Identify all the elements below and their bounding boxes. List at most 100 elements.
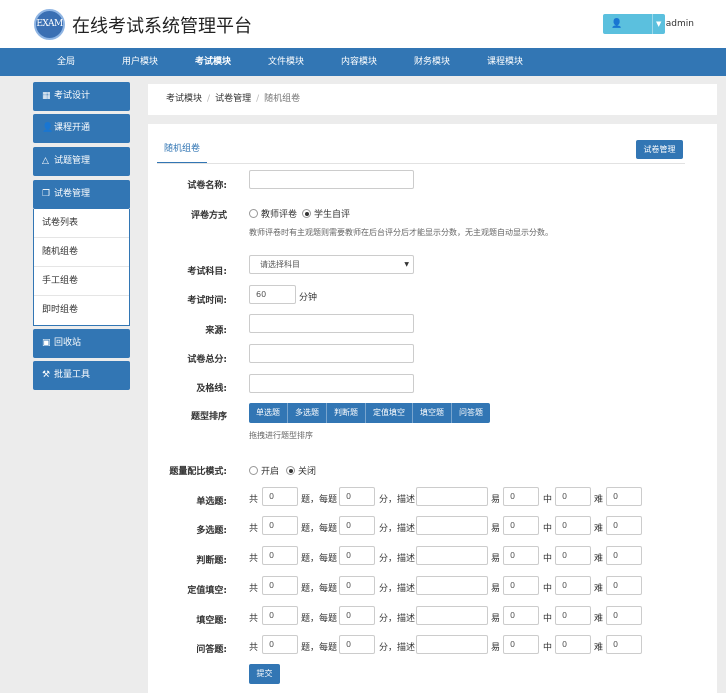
medium-count-input[interactable]: 0 [555, 516, 591, 535]
sidebar-batch-tools[interactable]: ⚒ 批量工具 [33, 361, 130, 390]
easy-count-input[interactable]: 0 [503, 606, 539, 625]
sidebar-label: 批量工具 [54, 370, 91, 380]
sidebar-label: 试题管理 [54, 156, 91, 166]
total-score-input[interactable] [249, 344, 414, 363]
medium-count-input[interactable]: 0 [555, 576, 591, 595]
submenu-instant-paper[interactable]: 即时组卷 [34, 296, 129, 325]
score-per-question-input[interactable]: 0 [339, 606, 375, 625]
sidebar-recycle-bin[interactable]: ▣ 回收站 [33, 329, 130, 358]
sidebar-question-manage[interactable]: △ 试题管理 [33, 147, 130, 176]
sidebar-course-open[interactable]: 👤课程开通 [33, 114, 130, 143]
row-text-description: 分，描述 [379, 495, 416, 505]
score-per-question-input[interactable]: 0 [339, 635, 375, 654]
score-per-question-input[interactable]: 0 [339, 487, 375, 506]
paper-manage-button[interactable]: 试卷管理 [636, 140, 683, 159]
nav-course-module[interactable]: 课程模块 [487, 48, 523, 76]
submit-button[interactable]: 提交 [249, 664, 280, 684]
copy-icon: ❐ [42, 189, 51, 199]
medium-count-input[interactable]: 0 [555, 546, 591, 565]
order-true-false[interactable]: 判断题 [327, 403, 366, 423]
order-fixed-fill[interactable]: 定值填空 [366, 403, 413, 423]
score-per-question-input[interactable]: 0 [339, 516, 375, 535]
radio-label: 关闭 [298, 467, 317, 477]
question-count-input[interactable]: 0 [262, 635, 298, 654]
question-count-input[interactable]: 0 [262, 606, 298, 625]
submenu-random-paper[interactable]: 随机组卷 [34, 238, 129, 267]
hard-count-input[interactable]: 0 [606, 546, 642, 565]
radio-ratio-off[interactable]: 关闭 [286, 464, 316, 477]
paper-name-input[interactable] [249, 170, 414, 189]
order-essay[interactable]: 问答题 [452, 403, 490, 423]
subject-label: 考试科目: [187, 267, 227, 277]
row-text-description: 分，描述 [379, 614, 416, 624]
tab-random-paper[interactable]: 随机组卷 [157, 136, 207, 164]
order-single-choice[interactable]: 单选题 [249, 403, 288, 423]
hard-count-input[interactable]: 0 [606, 576, 642, 595]
radio-teacher-grading[interactable]: 教师评卷 [249, 207, 297, 220]
medium-count-input[interactable]: 0 [555, 635, 591, 654]
row-label: 填空题: [196, 616, 227, 626]
description-input[interactable] [416, 606, 488, 625]
easy-count-input[interactable]: 0 [503, 576, 539, 595]
hard-count-input[interactable]: 0 [606, 635, 642, 654]
radio-ratio-on[interactable]: 开启 [249, 464, 279, 477]
description-input[interactable] [416, 487, 488, 506]
easy-count-input[interactable]: 0 [503, 516, 539, 535]
row-text-total: 共 [249, 524, 259, 534]
order-hint: 拖拽进行题型排序 [249, 431, 313, 440]
medium-count-input[interactable]: 0 [555, 487, 591, 506]
hard-count-input[interactable]: 0 [606, 487, 642, 506]
radio-label: 教师评卷 [261, 210, 298, 220]
paper-manage-submenu: 试卷列表 随机组卷 手工组卷 即时组卷 [33, 209, 130, 326]
exam-time-input[interactable]: 60 [249, 285, 296, 304]
sidebar-paper-manage[interactable]: ❐ 试卷管理 [33, 180, 130, 209]
hard-count-input[interactable]: 0 [606, 516, 642, 535]
question-count-input[interactable]: 0 [262, 487, 298, 506]
easy-count-input[interactable]: 0 [503, 635, 539, 654]
submenu-manual-paper[interactable]: 手工组卷 [34, 267, 129, 296]
admin-user-button[interactable]: 👤 admin ▼ [603, 14, 694, 34]
order-multi-choice[interactable]: 多选题 [288, 403, 327, 423]
score-per-question-input[interactable]: 0 [339, 546, 375, 565]
question-count-input[interactable]: 0 [262, 576, 298, 595]
subject-select[interactable]: 请选择科目 ▼ [249, 255, 414, 274]
row-text-easy: 易 [491, 584, 501, 594]
description-input[interactable] [416, 635, 488, 654]
row-text-easy: 易 [491, 614, 501, 624]
sidebar-exam-design[interactable]: ▦ 考试设计 [33, 82, 130, 111]
nav-user-module[interactable]: 用户模块 [122, 48, 158, 76]
nav-global[interactable]: 全局 [57, 48, 75, 76]
easy-count-input[interactable]: 0 [503, 546, 539, 565]
row-text-medium: 中 [543, 495, 553, 505]
caret-down-icon[interactable]: ▼ [656, 14, 661, 34]
nav-content-module[interactable]: 内容模块 [341, 48, 377, 76]
description-input[interactable] [416, 576, 488, 595]
score-per-question-input[interactable]: 0 [339, 576, 375, 595]
nav-file-module[interactable]: 文件模块 [268, 48, 304, 76]
description-input[interactable] [416, 516, 488, 535]
row-text-medium: 中 [543, 584, 553, 594]
radio-label: 开启 [261, 467, 280, 477]
breadcrumb-item[interactable]: 试卷管理 [215, 94, 251, 104]
breadcrumb-item[interactable]: 考试模块 [166, 94, 202, 104]
row-text-hard: 难 [594, 614, 604, 624]
hard-count-input[interactable]: 0 [606, 606, 642, 625]
pass-line-input[interactable] [249, 374, 414, 393]
question-count-input[interactable]: 0 [262, 516, 298, 535]
nav-exam-module[interactable]: 考试模块 [195, 48, 231, 76]
medium-count-input[interactable]: 0 [555, 606, 591, 625]
row-text-per-question: 题，每题 [301, 614, 338, 624]
button-divider [652, 14, 653, 34]
tab-underline [157, 163, 685, 164]
submenu-paper-list[interactable]: 试卷列表 [34, 209, 129, 238]
easy-count-input[interactable]: 0 [503, 487, 539, 506]
description-input[interactable] [416, 546, 488, 565]
row-text-per-question: 题，每题 [301, 524, 338, 534]
order-fill-blank[interactable]: 填空题 [413, 403, 452, 423]
radio-self-grading[interactable]: 学生自评 [302, 207, 350, 220]
question-count-input[interactable]: 0 [262, 546, 298, 565]
source-input[interactable] [249, 314, 414, 333]
nav-finance-module[interactable]: 财务模块 [414, 48, 450, 76]
row-text-total: 共 [249, 614, 259, 624]
header: EXAM 在线考试系统管理平台 👤 admin ▼ [0, 0, 726, 48]
